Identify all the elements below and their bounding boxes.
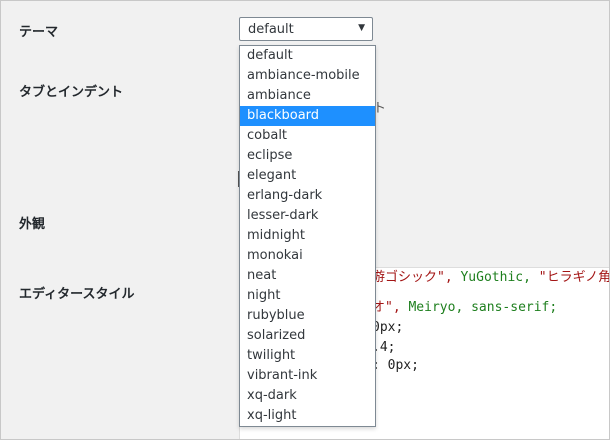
theme-option-ambiance[interactable]: ambiance xyxy=(240,86,375,106)
theme-option-xq-dark[interactable]: xq-dark xyxy=(240,386,375,406)
theme-option-default[interactable]: default xyxy=(240,46,375,66)
label-tabs-indent: タブとインデント xyxy=(19,85,124,100)
theme-option-xq-light[interactable]: xq-light xyxy=(240,406,375,426)
label-appearance: 外観 xyxy=(19,217,46,232)
theme-option-vibrant-ink[interactable]: vibrant-ink xyxy=(240,366,375,386)
theme-select-value: default xyxy=(248,22,294,37)
theme-option-rubyblue[interactable]: rubyblue xyxy=(240,306,375,326)
theme-option-elegant[interactable]: elegant xyxy=(240,166,375,186)
code-line-2: オ", Meiryo, sans-serif; xyxy=(372,300,558,315)
theme-option-twilight[interactable]: twilight xyxy=(240,346,375,366)
settings-panel: テーマ タブとインデント 外観 エディタースタイル ト 游ゴシック", YuGo… xyxy=(0,0,610,440)
theme-option-midnight[interactable]: midnight xyxy=(240,226,375,246)
theme-option-erlang-dark[interactable]: erlang-dark xyxy=(240,186,375,206)
theme-select[interactable]: default ▼ xyxy=(239,17,373,41)
label-editor-style: エディタースタイル xyxy=(19,287,135,302)
theme-option-night[interactable]: night xyxy=(240,286,375,306)
code-line-3: 0px; xyxy=(372,320,404,335)
theme-option-neat[interactable]: neat xyxy=(240,266,375,286)
theme-option-solarized[interactable]: solarized xyxy=(240,326,375,346)
theme-option-lesser-dark[interactable]: lesser-dark xyxy=(240,206,375,226)
label-theme: テーマ xyxy=(19,25,59,40)
theme-option-eclipse[interactable]: eclipse xyxy=(240,146,375,166)
theme-option-cobalt[interactable]: cobalt xyxy=(240,126,375,146)
theme-option-monokai[interactable]: monokai xyxy=(240,246,375,266)
code-line-5: : 0px; xyxy=(372,358,419,373)
caret-down-icon: ▼ xyxy=(358,23,365,33)
theme-option-blackboard[interactable]: blackboard xyxy=(240,106,375,126)
theme-option-ambiance-mobile[interactable]: ambiance-mobile xyxy=(240,66,375,86)
theme-dropdown-list[interactable]: default ambiance-mobile ambiance blackboard… xyxy=(239,45,376,427)
code-line-1: 游ゴシック", YuGothic, "ヒラギノ角ゴ xyxy=(372,270,610,285)
